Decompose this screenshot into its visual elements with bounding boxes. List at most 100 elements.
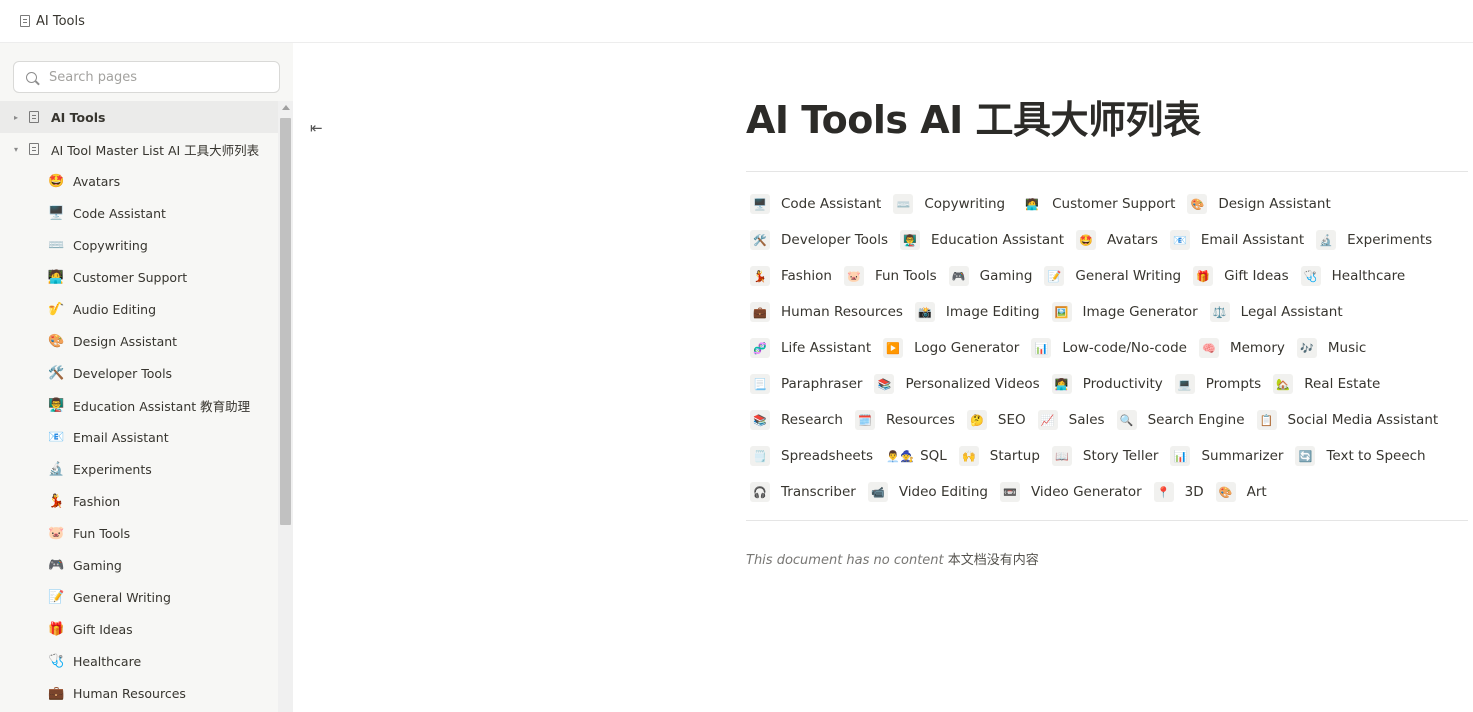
emoji-icon: 🛠️ [750,230,770,250]
subpage-link[interactable]: 🔍 Search Engine [1116,410,1245,430]
subpage-link[interactable]: 🎶 Music [1296,338,1366,358]
subpage-link[interactable]: 📼 Video Generator [999,482,1142,502]
subpage-link[interactable]: 📚 Personalized Videos [874,374,1040,394]
subpage-link[interactable]: 🔬 Experiments [1316,230,1432,250]
subpage-link-label: Fun Tools [874,268,937,284]
sidebar-item[interactable]: 💼 Human Resources [0,677,278,709]
emoji-icon: 🔄 [1295,446,1316,466]
sidebar-item[interactable]: 🩺 Healthcare [0,645,278,677]
subpage-link[interactable]: 💼 Human Resources [750,302,903,322]
subpage-link[interactable]: 📚 Research [750,410,843,430]
link-row: 🗒️ Spreadsheets 👨‍💼🧙 SQL 🙌 Startup 📖 Story Tell… [750,438,1468,474]
subpage-link-label: Prompts [1205,376,1262,392]
subpage-link[interactable]: 🧑‍💻 Customer Support [1017,194,1175,214]
emoji-icon: 🧬 [750,338,770,358]
subpage-link[interactable]: 👩‍💻 Productivity [1051,374,1163,394]
sidebar-item[interactable]: 🎁 Gift Ideas [0,613,278,645]
subpage-link[interactable]: 📊 Low-code/No-code [1031,338,1187,358]
subpage-link[interactable]: ▶️ Logo Generator [883,338,1019,358]
subpage-link[interactable]: 📹 Video Editing [867,482,988,502]
subpage-link[interactable]: 🎨 Design Assistant [1187,194,1331,214]
sidebar-item-label: AI Tools [51,109,106,125]
sidebar-item[interactable]: 🧑‍💻 Customer Support [0,261,278,293]
subpage-link-label: 3D [1184,484,1204,500]
subpage-link[interactable]: 🎁 Gift Ideas [1193,266,1289,286]
subpage-link[interactable]: 👨‍💼🧙 SQL [885,446,946,466]
emoji-icon: 🛠️ [48,365,65,381]
emoji-icon: 👨‍🏫 [48,397,65,413]
subpage-link[interactable]: 🖼️ Image Generator [1051,302,1198,322]
sidebar-item[interactable]: 💃 Fashion [0,485,278,517]
sidebar-item[interactable]: 👨‍🏫 Education Assistant 教育助理 [0,389,278,421]
emoji-icon: 🎁 [48,621,65,637]
sidebar-item[interactable]: 📝 General Writing [0,581,278,613]
subpage-link[interactable]: 🙌 Startup [958,446,1040,466]
subpage-link[interactable]: ⚖️ Legal Assistant [1209,302,1343,322]
emoji-icon: 🎨 [1187,194,1208,214]
subpage-link[interactable]: 📖 Story Teller [1051,446,1158,466]
caret-down-icon[interactable]: ▾ [11,145,21,154]
subpage-link[interactable]: 🧠 Memory [1198,338,1285,358]
scroll-up-arrow-icon[interactable] [282,105,290,110]
subpage-link[interactable]: 💻 Prompts [1174,374,1262,394]
subpage-link[interactable]: 📧 Email Assistant [1169,230,1305,250]
subpage-link-label: Email Assistant [1200,232,1305,248]
sidebar-item[interactable]: ⌨️ Copywriting [0,229,278,261]
subpage-link[interactable]: 💃 Fashion [750,266,832,286]
scrollbar-thumb[interactable] [280,118,291,525]
subpage-link[interactable]: 🤩 Avatars [1076,230,1158,250]
emoji-icon: 👨‍💼🧙 [886,449,914,463]
subpage-link[interactable]: 🗒️ Spreadsheets [750,446,873,466]
search-box[interactable] [13,61,280,93]
sidebar-item[interactable]: 🔬 Experiments [0,453,278,485]
sidebar-item[interactable]: ▸ AI Tools [0,101,278,133]
subpage-link[interactable]: 📋 Social Media Assistant [1256,410,1438,430]
sidebar-item[interactable]: 🐷 Fun Tools [0,517,278,549]
subpage-link[interactable]: 🩺 Healthcare [1300,266,1405,286]
sidebar-item[interactable]: 📧 Email Assistant [0,421,278,453]
search-input[interactable] [49,69,249,85]
subpage-link[interactable]: 🖥️ Code Assistant [750,194,881,214]
emoji-icon: 🏡 [1273,374,1294,394]
caret-right-icon[interactable]: ▸ [11,113,21,122]
subpage-link[interactable]: 📈 Sales [1037,410,1105,430]
emoji-icon: 🧑‍💻 [1025,197,1039,211]
sidebar-item[interactable]: 🖥️ Code Assistant [0,197,278,229]
subpage-link[interactable]: 🐷 Fun Tools [843,266,937,286]
sidebar-item[interactable]: 🎨 Design Assistant [0,325,278,357]
subpage-link[interactable]: 📝 General Writing [1044,266,1181,286]
sidebar-item[interactable]: ▾ AI Tool Master List AI 工具大师列表 [0,133,278,165]
subpage-link[interactable]: ⌨️ Copywriting [893,194,1005,214]
subpage-link[interactable]: 🎨 Art [1215,482,1267,502]
top-bar-title[interactable]: AI Tools [36,14,85,29]
subpage-link[interactable]: 🤔 SEO [966,410,1026,430]
sidebar-item-label: Gift Ideas [73,621,133,637]
subpage-link-label: Resources [885,412,955,428]
emoji-icon: 📸 [914,302,935,322]
subpage-link[interactable]: 📸 Image Editing [914,302,1040,322]
subpage-link[interactable]: 👨‍🏫 Education Assistant [899,230,1064,250]
subpage-link[interactable]: 🎧 Transcriber [750,482,856,502]
subpage-link[interactable]: 🏡 Real Estate [1273,374,1380,394]
emoji-icon: 🎮 [948,266,969,286]
subpage-link-label: Legal Assistant [1240,304,1343,320]
sidebar-item[interactable]: 🛠️ Developer Tools [0,357,278,389]
subpage-link-label: Fashion [781,268,832,284]
subpage-link-label: Experiments [1347,232,1433,248]
sidebar-item-label: Customer Support [73,269,188,285]
sidebar-item[interactable]: 🎮 Gaming [0,549,278,581]
subpage-link[interactable]: 📍 3D [1153,482,1204,502]
subpage-link[interactable]: 🧬 Life Assistant [750,338,871,358]
subpage-link[interactable]: 🔄 Text to Speech [1295,446,1426,466]
subpage-link[interactable]: 📊 Summarizer [1170,446,1283,466]
subpage-link[interactable]: 🛠️ Developer Tools [750,230,888,250]
subpage-link[interactable]: 📃 Paraphraser [750,374,862,394]
sidebar-item[interactable]: 🎷 Audio Editing [0,293,278,325]
sidebar-scrollbar[interactable] [278,101,293,712]
emoji-icon: 🖥️ [750,194,770,214]
collapse-sidebar-icon[interactable]: ⇤ [310,119,323,137]
subpage-link[interactable]: 🎮 Gaming [948,266,1032,286]
subpage-link[interactable]: 🗓️ Resources [854,410,955,430]
sidebar-item[interactable]: 🤩 Avatars [0,165,278,197]
link-row: 🛠️ Developer Tools 👨‍🏫 Education Assistant 🤩… [750,222,1468,258]
